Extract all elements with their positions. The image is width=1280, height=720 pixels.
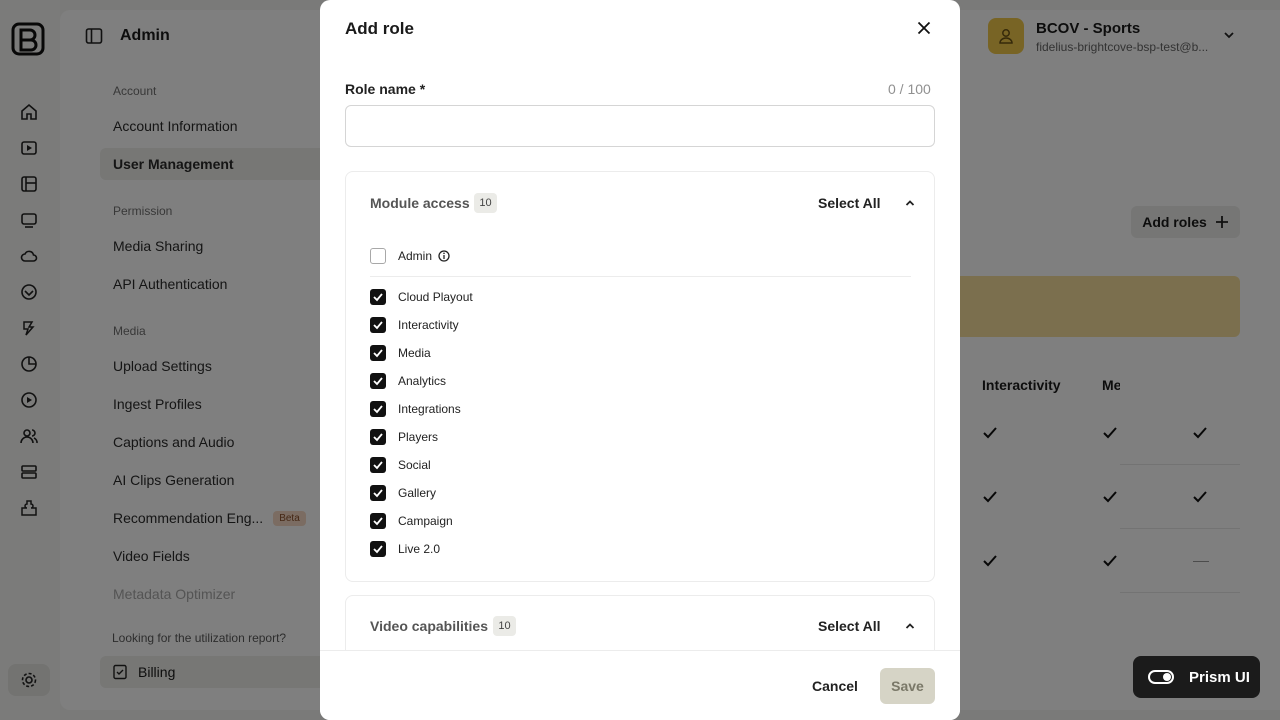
module-checkbox[interactable] <box>370 485 386 501</box>
admin-checkbox-row[interactable]: Admin <box>370 247 450 265</box>
module-access-select-all[interactable]: Select All <box>818 195 881 211</box>
module-row-campaign[interactable]: Campaign <box>370 512 453 530</box>
module-checkbox[interactable] <box>370 401 386 417</box>
module-checkbox[interactable] <box>370 429 386 445</box>
check-icon <box>373 321 383 330</box>
video-capabilities-count-badge: 10 <box>493 616 516 636</box>
check-icon <box>373 461 383 470</box>
module-row-players[interactable]: Players <box>370 428 438 446</box>
module-label: Media <box>398 346 431 360</box>
module-access-card: Module access 10 Select All Admin Cloud … <box>345 171 935 582</box>
module-checkbox[interactable] <box>370 289 386 305</box>
role-name-label: Role name * <box>345 81 426 97</box>
role-name-input[interactable] <box>345 105 935 147</box>
check-icon <box>373 489 383 498</box>
chevron-up-icon[interactable] <box>904 197 916 209</box>
module-label: Social <box>398 458 431 472</box>
module-checkbox[interactable] <box>370 317 386 333</box>
module-row-integrations[interactable]: Integrations <box>370 400 461 418</box>
module-row-cloud-playout[interactable]: Cloud Playout <box>370 288 473 306</box>
module-row-media[interactable]: Media <box>370 344 431 362</box>
role-name-char-count: 0 / 100 <box>888 81 931 97</box>
video-capabilities-title: Video capabilities <box>370 618 489 634</box>
module-label: Players <box>398 430 439 444</box>
close-button[interactable] <box>913 17 935 39</box>
admin-label: Admin <box>398 249 433 263</box>
module-access-count-badge: 10 <box>474 193 497 213</box>
dialog-title: Add role <box>345 19 414 38</box>
module-label: Integrations <box>398 402 461 416</box>
check-icon <box>373 517 383 526</box>
module-checkbox[interactable] <box>370 373 386 389</box>
prism-ui-toggle[interactable]: Prism UI <box>1133 656 1260 698</box>
module-checkbox[interactable] <box>370 457 386 473</box>
check-icon <box>373 293 383 302</box>
module-checkbox[interactable] <box>370 513 386 529</box>
close-icon <box>917 21 931 35</box>
module-label: Campaign <box>398 514 453 528</box>
check-icon <box>373 377 383 386</box>
admin-checkbox[interactable] <box>370 248 386 264</box>
module-checkbox[interactable] <box>370 541 386 557</box>
info-icon[interactable] <box>438 250 450 262</box>
check-icon <box>373 405 383 414</box>
module-row-analytics[interactable]: Analytics <box>370 372 446 390</box>
module-label: Gallery <box>398 486 437 500</box>
check-icon <box>373 433 383 442</box>
toggle-switch-icon <box>1148 670 1174 684</box>
module-access-title: Module access <box>370 195 470 211</box>
module-row-gallery[interactable]: Gallery <box>370 484 436 502</box>
module-row-social[interactable]: Social <box>370 456 431 474</box>
module-label: Analytics <box>398 374 447 388</box>
module-label: Live 2.0 <box>398 542 441 556</box>
module-row-interactivity[interactable]: Interactivity <box>370 316 459 334</box>
module-label: Interactivity <box>398 318 459 332</box>
card-divider <box>370 276 911 277</box>
module-checkbox[interactable] <box>370 345 386 361</box>
add-role-dialog: Add role Role name * 0 / 100 Module acce… <box>320 0 960 720</box>
video-capabilities-select-all[interactable]: Select All <box>818 618 881 634</box>
module-row-live[interactable]: Live 2.0 <box>370 540 440 558</box>
save-button[interactable]: Save <box>880 668 935 704</box>
module-label: Cloud Playout <box>398 290 473 304</box>
dialog-footer: Cancel Save <box>320 650 960 720</box>
chevron-up-icon[interactable] <box>904 620 916 632</box>
check-icon <box>373 545 383 554</box>
check-icon <box>373 349 383 358</box>
cancel-button[interactable]: Cancel <box>800 668 870 704</box>
